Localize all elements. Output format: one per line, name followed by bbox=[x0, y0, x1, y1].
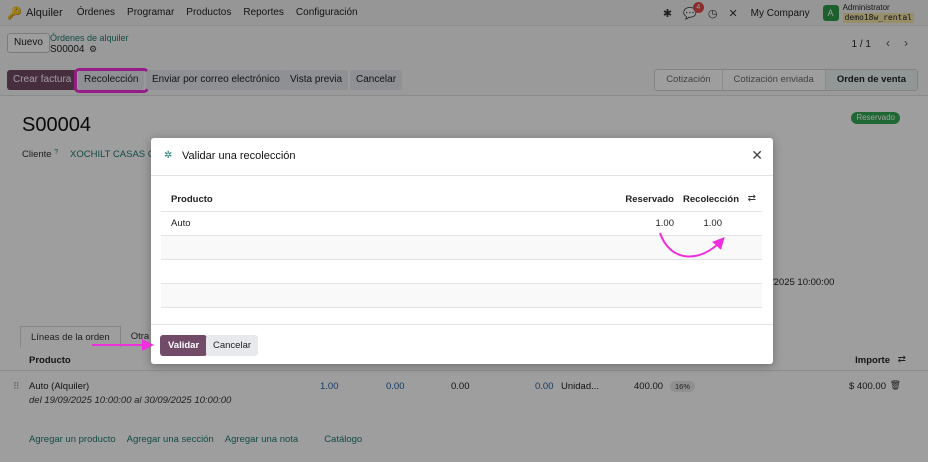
annotation-arrows bbox=[92, 232, 725, 351]
arrow-to-pickup-quantity bbox=[659, 232, 725, 258]
